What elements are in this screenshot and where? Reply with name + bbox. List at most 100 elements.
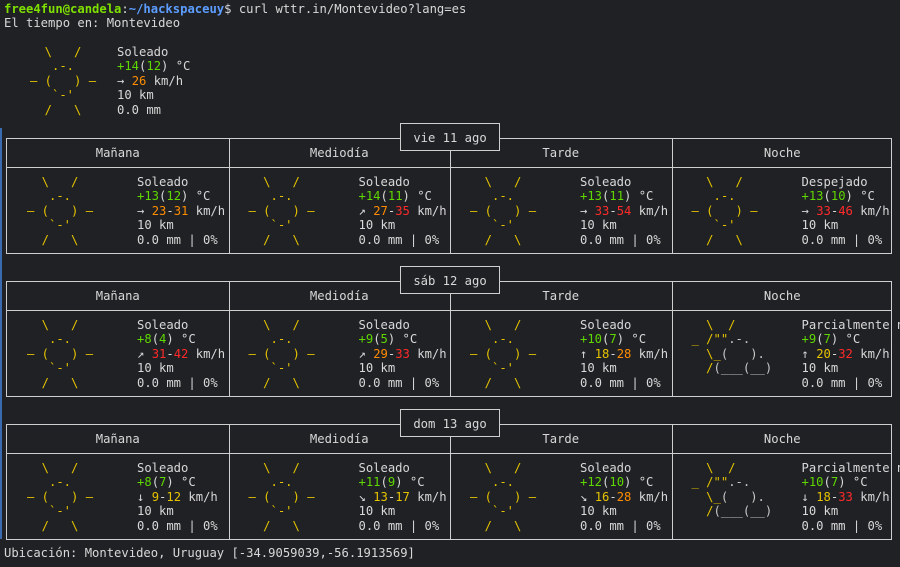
cell-feels: 11 xyxy=(387,189,403,204)
cell-temp: +11 xyxy=(358,475,381,490)
cell-wind-min: 33 xyxy=(594,203,610,218)
cell-feels: 7 xyxy=(830,475,839,490)
cell-wind-max: 17 xyxy=(395,489,410,504)
cell-feels: 5 xyxy=(380,332,388,347)
cell-info: Despejado +13(10) °C → 33-46 km/h 10 km … xyxy=(801,175,890,247)
cell-info: Soleado +13(11) °C → 33-54 km/h 10 km 0.… xyxy=(580,175,669,247)
cell-info: Soleado +8(4) °C ↗ 31-42 km/h 10 km 0.0 … xyxy=(137,318,226,390)
cell-visibility: 10 km xyxy=(137,361,174,376)
location-footer: Ubicación: Montevideo, Uruguay [-34.9059… xyxy=(4,546,415,560)
sun-icon: \ / .-. ― ( ) ― `-' / \ xyxy=(27,461,94,533)
day-label: vie 11 ago xyxy=(400,123,500,151)
cell-wind-max: 12 xyxy=(166,489,182,504)
partly-cloudy-icon: \ / _ /"".-. \_( ). /(___(__) xyxy=(691,461,773,519)
sun-icon: \ / .-. ― ( ) ― `-' / \ xyxy=(470,175,537,247)
cell-wind-dir: ↑ xyxy=(801,346,817,361)
cell-wind-max: 28 xyxy=(616,346,632,361)
cell-visibility: 10 km xyxy=(801,218,839,233)
cell-wind-max: 33 xyxy=(395,346,410,361)
cell-wind-min: 31 xyxy=(151,346,167,361)
cell-temp: +13 xyxy=(580,189,603,204)
cell-wind-min: 20 xyxy=(816,346,831,361)
terminal-scroll-marker xyxy=(0,128,2,539)
cell-visibility: 10 km xyxy=(358,361,396,376)
sun-icon: \ / .-. ― ( ) ― `-' / \ xyxy=(27,175,94,247)
cell-precip: 0.0 mm | 0% xyxy=(801,518,883,533)
cell-wind-max: 31 xyxy=(173,203,189,218)
cell-precip: 0.0 mm | 0% xyxy=(358,518,440,533)
cell-wind-max: 32 xyxy=(838,346,853,361)
cell-condition: Soleado xyxy=(580,318,632,332)
cell-temp: +12 xyxy=(580,475,603,490)
current-feels: 12 xyxy=(146,59,162,74)
forecast-table: Mañana Mediodía Tarde Noche \ / .-. ― ( ) ―… xyxy=(6,138,892,254)
cell-wind-dir: → xyxy=(580,203,595,218)
cell-precip: 0.0 mm | 0% xyxy=(580,232,661,247)
cell-visibility: 10 km xyxy=(358,504,396,519)
cell-wind-min: 9 xyxy=(151,489,160,504)
cell-temp: +13 xyxy=(137,189,160,204)
cell-info: Soleado +8(7) °C ↓ 9-12 km/h 10 km 0.0 m… xyxy=(137,461,218,533)
cell-info: Soleado +10(7) °C ↑ 18-28 km/h 10 km 0.0… xyxy=(580,318,669,390)
cell-temp: +9 xyxy=(358,332,374,347)
cell-info: Soleado +12(10) °C ↘ 16-28 km/h 10 km 0.… xyxy=(580,461,669,533)
cell-wind-min: 18 xyxy=(816,489,831,504)
period-header: Mañana xyxy=(95,289,140,303)
prompt-separator: : xyxy=(121,2,129,16)
cell-visibility: 10 km xyxy=(358,218,396,233)
cell-condition: Parcialmente n… xyxy=(801,461,900,475)
prompt-user: free4fun@candela xyxy=(4,2,122,16)
cell-temp: +8 xyxy=(137,475,152,490)
cell-condition: Soleado xyxy=(358,318,410,332)
cell-wind-min: 27 xyxy=(373,203,388,218)
current-temp: +14 xyxy=(117,59,140,74)
cell-condition: Soleado xyxy=(137,175,189,189)
cell-wind-dir: ↓ xyxy=(801,489,817,504)
cell-visibility: 10 km xyxy=(580,361,617,376)
cell-wind-min: 16 xyxy=(594,489,610,504)
prompt-path: ~/hackspaceuy xyxy=(128,2,225,16)
cell-precip: 0.0 mm | 0% xyxy=(801,232,883,247)
current-wind: 26 xyxy=(131,73,147,88)
partly-cloudy-icon: \ / _ /"".-. \_( ). /(___(__) xyxy=(691,318,773,376)
sun-icon: \ / .-. ― ( ) ― `-' / \ xyxy=(248,175,315,247)
cell-wind-min: 13 xyxy=(373,489,388,504)
cell-wind-min: 18 xyxy=(594,346,610,361)
cell-condition: Soleado xyxy=(580,175,632,189)
cell-wind-max: 28 xyxy=(616,489,632,504)
current-info: Soleado +14(12) °C → 26 km/h 10 km 0.0 m… xyxy=(117,45,191,117)
cell-precip: 0.0 mm | 0% xyxy=(137,232,218,247)
forecast-table: Mañana Mediodía Tarde Noche \ / .-. ― ( ) ―… xyxy=(6,424,900,540)
forecast-table: Mañana Mediodía Tarde Noche \ / .-. ― ( ) ―… xyxy=(6,281,900,397)
cell-temp: +8 xyxy=(137,332,152,347)
cell-temp: +14 xyxy=(358,189,381,204)
cell-precip: 0.0 mm | 0% xyxy=(801,375,883,390)
cell-feels: 7 xyxy=(159,475,167,490)
day-label: dom 13 ago xyxy=(400,409,500,437)
sun-icon: \ / .-. ― ( ) ― `-' / \ xyxy=(470,461,537,533)
cell-feels: 9 xyxy=(387,475,396,490)
cell-wind-dir: ↗ xyxy=(137,346,152,361)
cell-info: Soleado +13(12) °C → 23-31 km/h 10 km 0.… xyxy=(137,175,226,247)
cell-wind-min: 23 xyxy=(151,203,167,218)
cell-condition: Despejado xyxy=(801,175,868,189)
cell-feels: 11 xyxy=(609,189,625,204)
cell-wind-max: 35 xyxy=(395,203,410,218)
cell-condition: Soleado xyxy=(358,461,410,475)
cell-wind-max: 42 xyxy=(173,346,189,361)
period-header: Mañana xyxy=(95,146,140,160)
cell-info: Soleado +11(9) °C ↘ 13-17 km/h 10 km 0.0… xyxy=(358,461,447,533)
prompt-command: curl wttr.in/Montevideo?lang=es xyxy=(231,2,467,16)
cell-feels: 10 xyxy=(830,189,846,204)
cell-wind-dir: → xyxy=(801,203,817,218)
cell-info: Soleado +14(11) °C ↗ 27-35 km/h 10 km 0.… xyxy=(358,175,447,247)
cell-wind-max: 46 xyxy=(838,203,853,218)
cell-wind-min: 33 xyxy=(816,203,831,218)
cell-feels: 10 xyxy=(609,475,625,490)
cell-wind-dir: ↘ xyxy=(580,489,595,504)
cell-wind-dir: → xyxy=(137,203,152,218)
cell-condition: Parcialmente n… xyxy=(801,318,900,332)
cell-visibility: 10 km xyxy=(580,218,617,233)
cell-wind-dir: ↘ xyxy=(358,489,374,504)
cell-feels: 7 xyxy=(823,332,831,347)
